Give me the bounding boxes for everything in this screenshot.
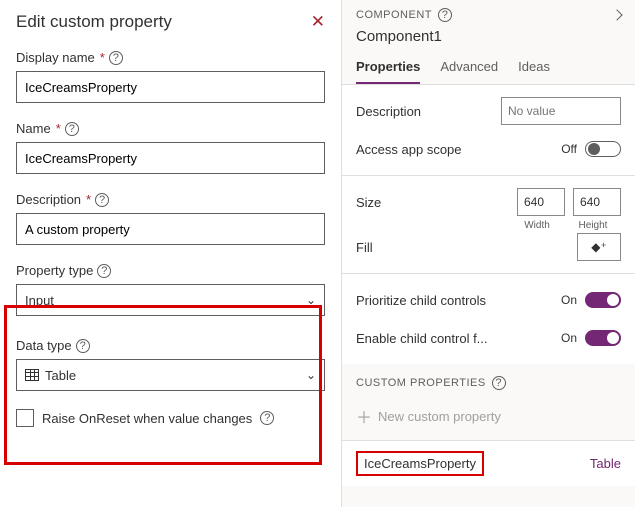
component-properties-panel: COMPONENT ? Component1 Properties Advanc… bbox=[342, 0, 635, 507]
help-icon[interactable]: ? bbox=[438, 8, 452, 22]
help-icon[interactable]: ? bbox=[260, 411, 274, 425]
panel-title: Edit custom property bbox=[16, 12, 172, 32]
data-type-value: Table bbox=[45, 368, 76, 383]
plus-icon: ＋ bbox=[356, 404, 372, 428]
new-custom-property-label: New custom property bbox=[378, 409, 501, 424]
enable-child-state: On bbox=[561, 331, 577, 345]
custom-property-type: Table bbox=[590, 456, 621, 471]
help-icon[interactable]: ? bbox=[97, 264, 111, 278]
enable-child-toggle[interactable] bbox=[585, 330, 621, 346]
description-row-label: Description bbox=[356, 104, 421, 119]
description-input[interactable] bbox=[16, 213, 325, 245]
display-name-label: Display name bbox=[16, 50, 95, 65]
property-type-value: Input bbox=[25, 293, 54, 308]
name-label: Name bbox=[16, 121, 51, 136]
description-value-input[interactable] bbox=[501, 97, 621, 125]
tab-properties[interactable]: Properties bbox=[356, 59, 420, 84]
raise-onreset-checkbox[interactable] bbox=[16, 409, 34, 427]
chevron-down-icon: ⌄ bbox=[306, 293, 316, 307]
data-type-select[interactable]: Table ⌄ bbox=[16, 359, 325, 391]
component-header-label: COMPONENT bbox=[356, 9, 432, 21]
prioritize-child-toggle[interactable] bbox=[585, 292, 621, 308]
close-icon[interactable]: ✕ bbox=[311, 12, 325, 32]
property-type-select[interactable]: Input ⌄ bbox=[16, 284, 325, 316]
size-height-input[interactable]: 640 bbox=[573, 188, 621, 216]
fill-label: Fill bbox=[356, 240, 373, 255]
name-input[interactable] bbox=[16, 142, 325, 174]
prioritize-child-label: Prioritize child controls bbox=[356, 293, 486, 308]
raise-onreset-label: Raise OnReset when value changes bbox=[42, 411, 252, 426]
data-type-label: Data type bbox=[16, 338, 72, 353]
display-name-input[interactable] bbox=[16, 71, 325, 103]
required-asterisk: * bbox=[86, 192, 91, 207]
access-scope-label: Access app scope bbox=[356, 142, 462, 157]
table-icon bbox=[25, 369, 39, 381]
help-icon[interactable]: ? bbox=[65, 122, 79, 136]
component-name: Component1 bbox=[356, 28, 621, 45]
height-label: Height bbox=[569, 220, 617, 231]
size-label: Size bbox=[356, 195, 381, 210]
description-label: Description bbox=[16, 192, 81, 207]
width-label: Width bbox=[513, 220, 561, 231]
chevron-down-icon: ⌄ bbox=[306, 368, 316, 382]
enable-child-label: Enable child control f... bbox=[356, 331, 488, 346]
property-type-label: Property type bbox=[16, 263, 93, 278]
required-asterisk: * bbox=[100, 50, 105, 65]
help-icon[interactable]: ? bbox=[492, 376, 506, 390]
access-scope-toggle[interactable] bbox=[585, 141, 621, 157]
help-icon[interactable]: ? bbox=[95, 193, 109, 207]
custom-properties-header: CUSTOM PROPERTIES bbox=[356, 377, 486, 389]
size-width-input[interactable]: 640 bbox=[517, 188, 565, 216]
tab-ideas[interactable]: Ideas bbox=[518, 59, 550, 84]
custom-property-row[interactable]: IceCreamsProperty Table bbox=[342, 440, 635, 486]
edit-property-panel: Edit custom property ✕ Display name * ? … bbox=[0, 0, 342, 507]
access-scope-state: Off bbox=[561, 142, 577, 156]
custom-property-name: IceCreamsProperty bbox=[364, 456, 476, 471]
highlight-box: IceCreamsProperty bbox=[356, 451, 484, 476]
chevron-right-icon[interactable] bbox=[611, 9, 622, 20]
fill-color-picker[interactable]: ◆⁺ bbox=[577, 233, 621, 261]
tab-advanced[interactable]: Advanced bbox=[440, 59, 498, 84]
new-custom-property-button[interactable]: ＋ New custom property bbox=[356, 404, 621, 428]
help-icon[interactable]: ? bbox=[109, 51, 123, 65]
required-asterisk: * bbox=[56, 121, 61, 136]
prioritize-child-state: On bbox=[561, 293, 577, 307]
help-icon[interactable]: ? bbox=[76, 339, 90, 353]
